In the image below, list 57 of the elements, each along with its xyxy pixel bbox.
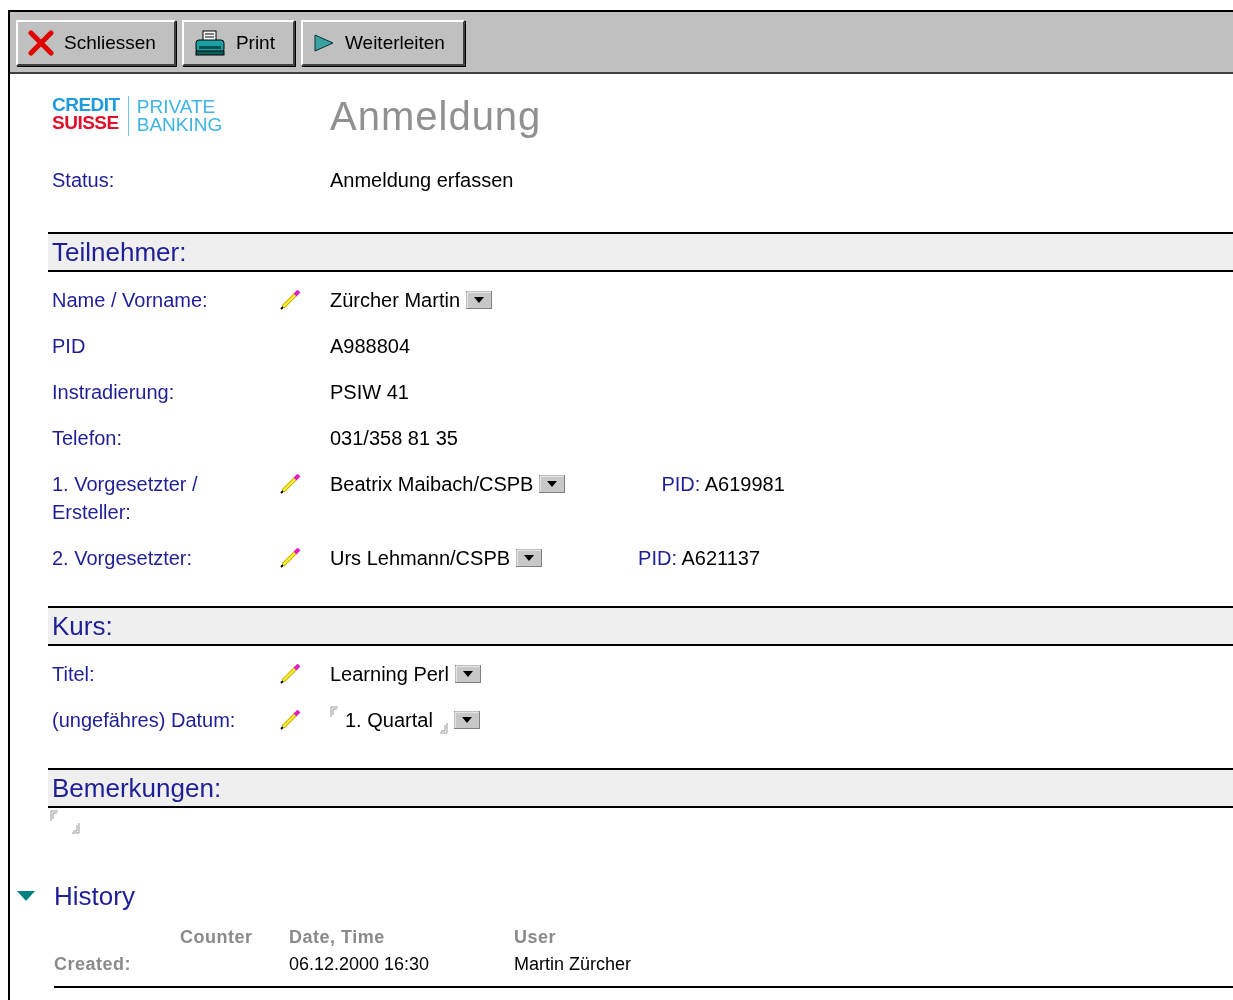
field-label: (ungefähres) Datum: — [52, 708, 237, 733]
pid-value: A619981 — [704, 473, 785, 495]
logo-text: PRIVATE — [136, 98, 217, 116]
logo-text: BANKING — [136, 116, 223, 134]
logo-text: CREDIT — [52, 96, 120, 114]
printer-icon — [193, 30, 226, 56]
field-label: Telefon: — [52, 426, 124, 451]
column-header: Date, Time — [289, 926, 386, 949]
pencil-icon[interactable] — [280, 548, 302, 568]
toolbar-button[interactable]: Weiterleiten — [300, 20, 465, 66]
field-value: Urs Lehmann/CSPB — [330, 546, 511, 571]
field-value: Zürcher Martin — [330, 288, 461, 313]
field-label: PID — [52, 334, 87, 359]
pencil-icon[interactable] — [280, 290, 302, 310]
dropdown-icon[interactable] — [539, 475, 566, 493]
field-label: 2. Vorgesetzter: — [52, 546, 194, 571]
pid-value: A621137 — [681, 547, 761, 569]
row-label: Created: — [54, 953, 133, 976]
field-value: Beatrix Maibach/CSPB — [330, 472, 534, 497]
section-heading: Bemerkungen: — [48, 768, 1233, 808]
field-value: A988804 — [330, 334, 411, 359]
field-label: Titel: — [52, 662, 96, 687]
play-arrow-icon — [312, 33, 335, 53]
field-bracket-icon — [71, 822, 80, 834]
field-value: Learning Perl — [330, 662, 449, 687]
dropdown-icon[interactable] — [453, 711, 480, 729]
field-label: Instradierung: — [52, 380, 176, 405]
dropdown-icon[interactable] — [466, 291, 493, 309]
pencil-icon[interactable] — [280, 664, 302, 684]
pencil-icon[interactable] — [280, 710, 302, 730]
pencil-icon[interactable] — [280, 474, 302, 494]
table-cell-text: 06.12.2000 16:30 — [289, 953, 431, 976]
toolbar-button[interactable]: Schliessen — [16, 20, 176, 66]
logo-text: SUISSE — [52, 114, 120, 132]
field-value: PSIW 41 — [330, 380, 409, 405]
field-value: Anmeldung erfassen — [330, 168, 515, 193]
section-heading: History — [54, 880, 135, 912]
field-label: Status: — [52, 168, 116, 193]
pid-label: PID: — [661, 473, 701, 495]
pid-label: PID: — [638, 547, 677, 569]
column-header: Counter — [180, 926, 254, 949]
section-heading: Kurs: — [48, 606, 1233, 646]
dropdown-icon[interactable] — [516, 549, 543, 567]
section-heading: Teilnehmer: — [48, 232, 1233, 272]
field-bracket-icon — [330, 706, 339, 718]
field-bracket-icon — [50, 810, 59, 822]
dropdown-icon[interactable] — [454, 665, 481, 683]
toolbar-button[interactable]: Print — [181, 20, 295, 66]
table-cell-text: Martin Zürcher — [514, 953, 633, 976]
close-icon — [28, 30, 54, 56]
field-label: 1. Vorgesetzter / Ersteller: — [52, 472, 199, 525]
field-value: 1. Quartal — [345, 708, 433, 733]
column-header: User — [514, 926, 558, 949]
twisty-icon[interactable] — [16, 890, 36, 902]
field-value: 031/358 81 35 — [330, 426, 458, 451]
page-title: Anmeldung — [330, 93, 543, 140]
field-label: Name / Vorname: — [52, 288, 209, 313]
